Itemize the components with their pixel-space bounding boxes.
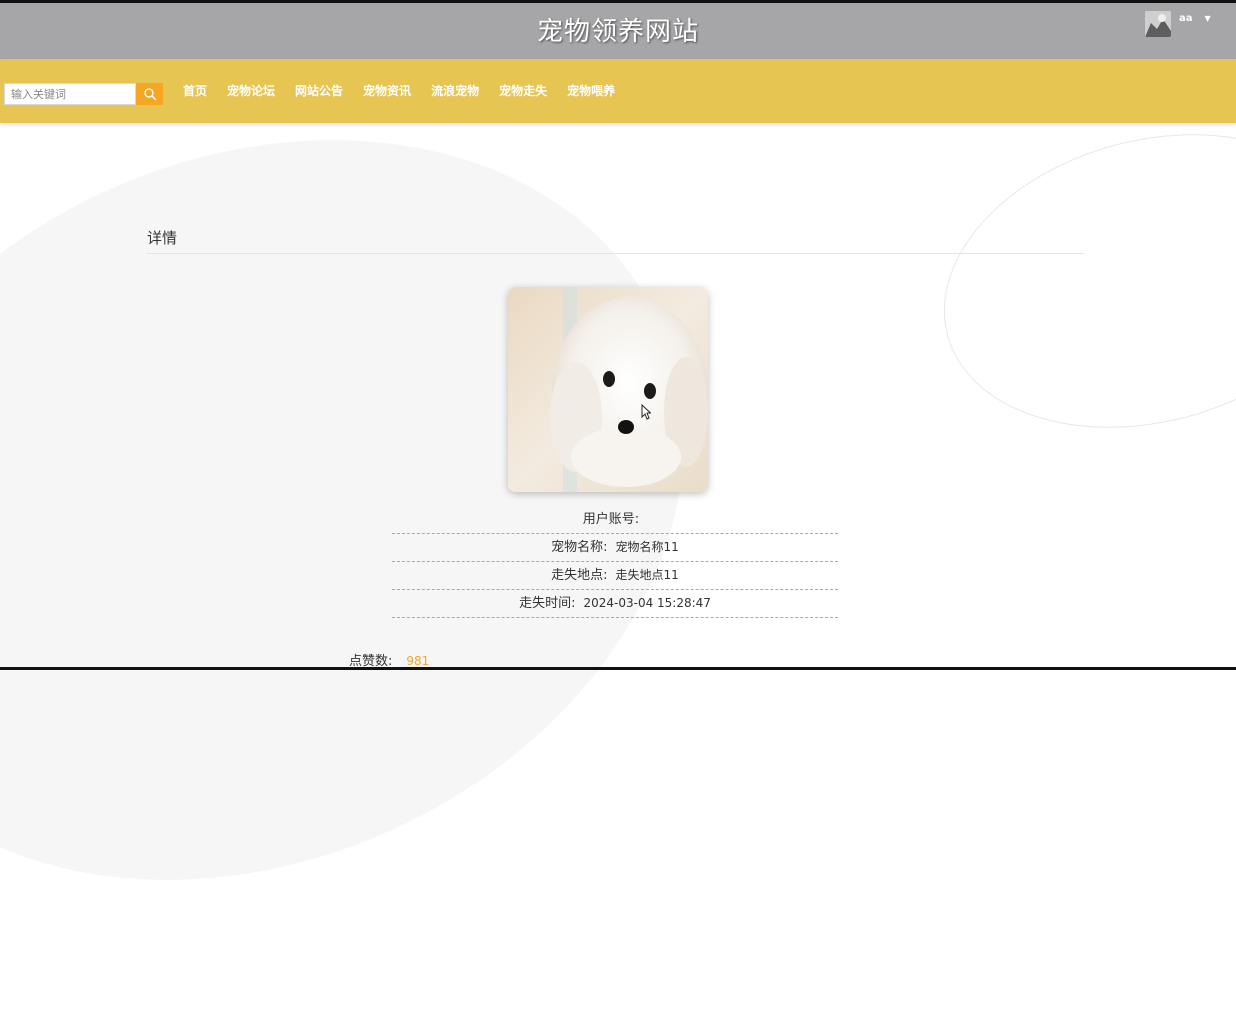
section-title: 详情 <box>147 229 178 247</box>
site-title: 宠物领养网站 <box>536 17 699 47</box>
field-user-account: 用户账号: <box>392 506 838 534</box>
nav-items: 首页 宠物论坛 网站公告 宠物资讯 流浪宠物 宠物走失 宠物喂养 <box>173 83 625 99</box>
username[interactable]: aa <box>1179 13 1193 24</box>
nav-item-stray-pets[interactable]: 流浪宠物 <box>421 83 489 99</box>
avatar[interactable] <box>1145 11 1171 37</box>
nav-item-pet-news[interactable]: 宠物资讯 <box>353 83 421 99</box>
nav-item-pet-feeding[interactable]: 宠物喂养 <box>557 83 625 99</box>
field-value: 走失地点11 <box>615 568 679 582</box>
mouse-cursor-icon <box>641 404 651 420</box>
site-header: 宠物领养网站 aa ▼ <box>0 3 1236 59</box>
nav-item-announcements[interactable]: 网站公告 <box>285 83 353 99</box>
search-button[interactable] <box>136 83 163 105</box>
nav-item-lost-pets[interactable]: 宠物走失 <box>489 83 557 99</box>
field-value: 宠物名称11 <box>615 540 679 554</box>
field-lost-location: 走失地点: 走失地点11 <box>392 562 838 590</box>
field-lost-time: 走失时间: 2024-03-04 15:28:47 <box>392 590 838 618</box>
user-menu[interactable]: aa ▼ <box>1145 11 1211 39</box>
search-icon <box>143 88 156 101</box>
nav-item-pet-forum[interactable]: 宠物论坛 <box>217 83 285 99</box>
field-pet-name: 宠物名称: 宠物名称11 <box>392 534 838 562</box>
field-label: 宠物名称: <box>551 540 608 555</box>
pet-dog-image <box>508 287 708 492</box>
search-input[interactable] <box>4 83 136 105</box>
main-nav: 首页 宠物论坛 网站公告 宠物资讯 流浪宠物 宠物走失 宠物喂养 <box>0 59 1236 123</box>
field-value: 2024-03-04 15:28:47 <box>583 596 711 610</box>
caret-down-icon[interactable]: ▼ <box>1205 14 1211 23</box>
field-label: 用户账号: <box>582 512 640 527</box>
background-decoration-lines <box>910 90 1236 472</box>
avatar-image <box>1145 11 1171 37</box>
section-divider <box>147 253 1084 254</box>
pet-photo <box>508 287 708 492</box>
field-label: 走失地点: <box>551 568 608 583</box>
likes-value: 981 <box>406 654 430 668</box>
nav-item-home[interactable]: 首页 <box>173 83 217 99</box>
field-label: 走失时间: <box>519 596 576 611</box>
